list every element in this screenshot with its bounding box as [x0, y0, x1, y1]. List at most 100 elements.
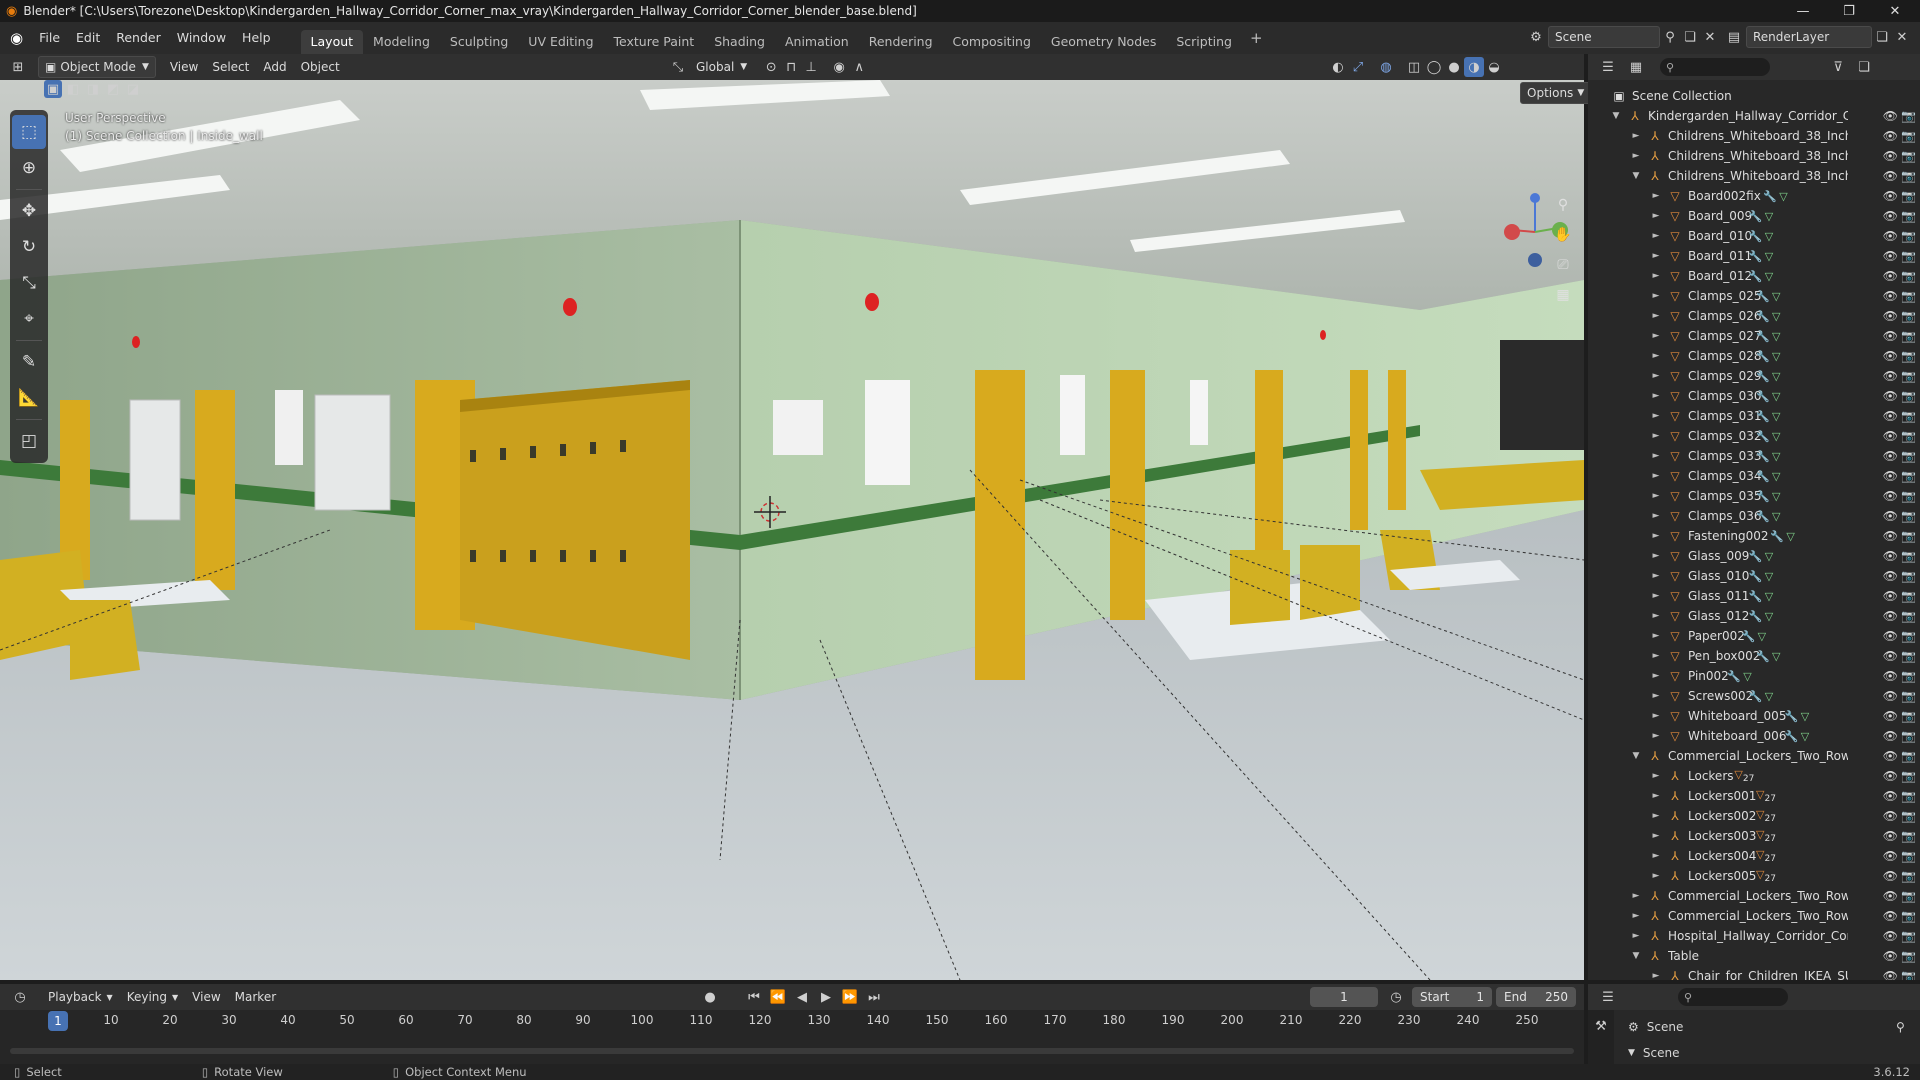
expand-arrow-icon[interactable]: ►: [1650, 871, 1662, 881]
outliner-row[interactable]: ► ▽ Whiteboard_006 🔧 ▽ 👁 📷: [1588, 726, 1920, 746]
outliner-row[interactable]: ► ⅄ Lockers003 ▽27 👁 📷: [1588, 826, 1920, 846]
expand-arrow-icon[interactable]: ►: [1650, 311, 1662, 321]
camera-icon[interactable]: 📷: [1901, 189, 1916, 203]
add-cube-icon[interactable]: ◰: [12, 424, 46, 458]
outliner-row[interactable]: ▼ ⅄ Commercial_Lockers_Two_Row 👁 📷: [1588, 746, 1920, 766]
expand-arrow-icon[interactable]: ►: [1630, 931, 1642, 941]
expand-arrow-icon[interactable]: ►: [1650, 811, 1662, 821]
tool-properties-icon[interactable]: ⚒: [1591, 1016, 1611, 1036]
outliner-row[interactable]: ▼ ⅄ Table 👁 📷: [1588, 946, 1920, 966]
outliner-row[interactable]: ► ⅄ Childrens_Whiteboard_38_Inches_w 👁📷: [1588, 146, 1920, 166]
pin-icon[interactable]: ⚲: [1660, 27, 1680, 47]
camera-icon[interactable]: 📷: [1901, 889, 1916, 903]
expand-arrow-icon[interactable]: ►: [1650, 431, 1662, 441]
rotate-icon[interactable]: ↻: [12, 230, 46, 264]
eye-icon[interactable]: 👁: [1883, 949, 1898, 963]
outliner-row[interactable]: ► ⅄ Lockers002 ▽27 👁 📷: [1588, 806, 1920, 826]
expand-arrow-icon[interactable]: ►: [1650, 771, 1662, 781]
outliner-row[interactable]: ► ▽ Clamps_029 🔧 ▽ 👁 📷: [1588, 366, 1920, 386]
camera-icon[interactable]: 📷: [1901, 509, 1916, 523]
jump-end-icon[interactable]: ⏭: [864, 987, 884, 1007]
eye-icon[interactable]: 👁: [1883, 429, 1898, 443]
eye-icon[interactable]: 👁: [1883, 909, 1898, 923]
transform-icon[interactable]: ⌖: [12, 302, 46, 336]
play-icon[interactable]: ▶: [816, 987, 836, 1007]
eye-icon[interactable]: 👁: [1883, 829, 1898, 843]
eye-icon[interactable]: 👁: [1883, 489, 1898, 503]
camera-icon[interactable]: 📷: [1901, 209, 1916, 223]
camera-icon[interactable]: 📷: [1901, 409, 1916, 423]
expand-arrow-icon[interactable]: ►: [1650, 531, 1662, 541]
renderlayer-field[interactable]: RenderLayer: [1746, 26, 1872, 48]
display-mode-icon[interactable]: ▦: [1626, 57, 1646, 77]
viewport-menu-select[interactable]: Select: [206, 56, 255, 78]
camera-icon[interactable]: 📷: [1901, 849, 1916, 863]
menu-window[interactable]: Window: [169, 22, 234, 54]
menu-edit[interactable]: Edit: [68, 22, 108, 54]
eye-icon[interactable]: 👁: [1883, 629, 1898, 643]
camera-view-icon[interactable]: ⎚: [1550, 252, 1576, 278]
camera-icon[interactable]: 📷: [1901, 529, 1916, 543]
timeline-area[interactable]: [0, 1032, 1584, 1064]
expand-arrow-icon[interactable]: ►: [1650, 411, 1662, 421]
material-shading-icon[interactable]: ◑: [1464, 57, 1484, 77]
snap-icon[interactable]: ⊓: [781, 57, 801, 77]
blender-menu-icon[interactable]: ◉: [0, 29, 31, 47]
viewport-menu-add[interactable]: Add: [257, 56, 292, 78]
eye-icon[interactable]: 👁: [1883, 869, 1898, 883]
expand-arrow-icon[interactable]: ►: [1650, 371, 1662, 381]
outliner-row[interactable]: ► ▽ Board_011 🔧 ▽ 👁 📷: [1588, 246, 1920, 266]
chevron-down-icon[interactable]: ▼: [1628, 1048, 1635, 1058]
workspace-tab-modeling[interactable]: Modeling: [363, 30, 440, 54]
expand-arrow-icon[interactable]: ►: [1630, 911, 1642, 921]
properties-search-input[interactable]: ⚲: [1678, 988, 1788, 1006]
eye-icon[interactable]: 👁: [1883, 569, 1898, 583]
expand-arrow-icon[interactable]: ►: [1650, 591, 1662, 601]
camera-icon[interactable]: 📷: [1901, 969, 1916, 980]
outliner-row[interactable]: ► ▽ Clamps_025 🔧 ▽ 👁 📷: [1588, 286, 1920, 306]
outliner-row[interactable]: ► ▽ Screws002 🔧 ▽ 👁 📷: [1588, 686, 1920, 706]
outliner-row[interactable]: ► ⅄ Hospital_Hallway_Corridor_Corner 👁📷: [1588, 926, 1920, 946]
workspace-tab-uv-editing[interactable]: UV Editing: [518, 30, 603, 54]
camera-icon[interactable]: 📷: [1901, 489, 1916, 503]
playhead[interactable]: 1: [48, 1011, 68, 1031]
timeline-menu-view[interactable]: View: [186, 986, 226, 1008]
timeline-editor-icon[interactable]: ◷: [10, 987, 30, 1007]
camera-icon[interactable]: 📷: [1901, 309, 1916, 323]
wireframe-shading-icon[interactable]: ◯: [1424, 57, 1444, 77]
options-dropdown[interactable]: Options ▼: [1520, 82, 1592, 104]
properties-editor-icon[interactable]: ☰: [1598, 987, 1618, 1007]
expand-arrow-icon[interactable]: ►: [1650, 971, 1662, 980]
eye-icon[interactable]: 👁: [1883, 129, 1898, 143]
falloff-icon[interactable]: ∧: [849, 57, 869, 77]
object-mode-dropdown[interactable]: ▣ Object Mode ▼: [38, 56, 156, 78]
eye-icon[interactable]: 👁: [1883, 889, 1898, 903]
snap-target-icon[interactable]: ⊥: [801, 57, 821, 77]
menu-render[interactable]: Render: [108, 22, 169, 54]
expand-arrow-icon[interactable]: ►: [1650, 231, 1662, 241]
eye-icon[interactable]: 👁: [1883, 809, 1898, 823]
eye-icon[interactable]: 👁: [1883, 749, 1898, 763]
outliner-row[interactable]: ► ▽ Board_012 🔧 ▽ 👁 📷: [1588, 266, 1920, 286]
jump-start-icon[interactable]: ⏮: [744, 987, 764, 1007]
camera-icon[interactable]: 📷: [1901, 689, 1916, 703]
workspace-tab-geometry-nodes[interactable]: Geometry Nodes: [1041, 30, 1166, 54]
expand-arrow-icon[interactable]: ►: [1650, 351, 1662, 361]
camera-icon[interactable]: 📷: [1901, 629, 1916, 643]
next-keyframe-icon[interactable]: ⏩: [840, 987, 860, 1007]
eye-icon[interactable]: 👁: [1883, 329, 1898, 343]
timeline-menu-playback[interactable]: Playback ▼: [42, 986, 119, 1008]
outliner-row[interactable]: ► ▽ Glass_011 🔧 ▽ 👁 📷: [1588, 586, 1920, 606]
eye-icon[interactable]: 👁: [1883, 249, 1898, 263]
cursor-icon[interactable]: ⊕: [12, 151, 46, 185]
outliner-row[interactable]: ► ▽ Glass_009 🔧 ▽ 👁 📷: [1588, 546, 1920, 566]
workspace-tab-scripting[interactable]: Scripting: [1166, 30, 1242, 54]
outliner-row[interactable]: ► ▽ Clamps_033 🔧 ▽ 👁 📷: [1588, 446, 1920, 466]
move-icon[interactable]: ✥: [12, 194, 46, 228]
workspace-tab-compositing[interactable]: Compositing: [943, 30, 1041, 54]
pan-hand-icon[interactable]: ✋: [1550, 222, 1576, 248]
camera-icon[interactable]: 📷: [1901, 709, 1916, 723]
eye-icon[interactable]: 👁: [1883, 789, 1898, 803]
editor-type-icon[interactable]: ⊞: [8, 57, 28, 77]
expand-arrow-icon[interactable]: ►: [1650, 331, 1662, 341]
